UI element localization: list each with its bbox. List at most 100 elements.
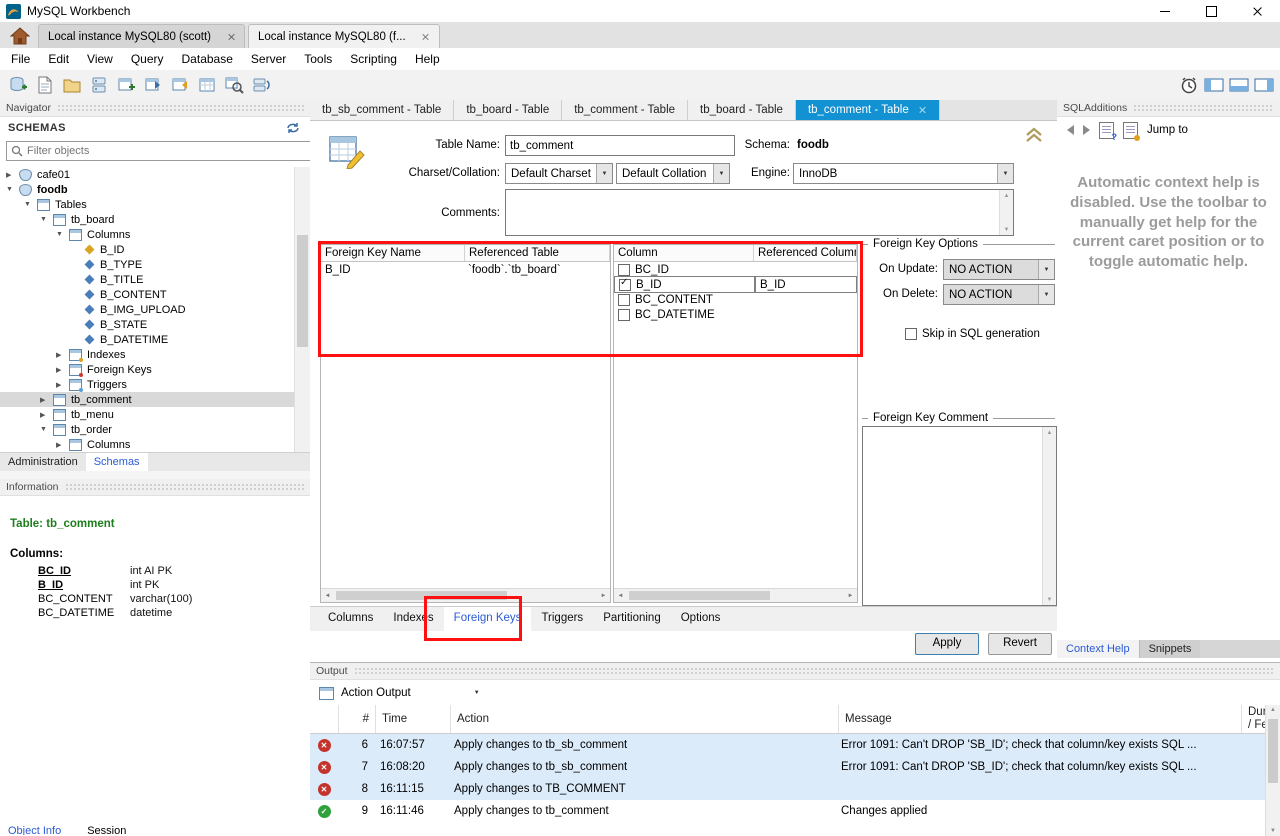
tree-item-foodb[interactable]: foodb <box>0 182 310 197</box>
toggle-output-area-icon[interactable] <box>1229 75 1249 95</box>
editor-tab-tb-board-1[interactable]: tb_board - Table <box>454 100 563 120</box>
fk-name-cell[interactable]: B_ID <box>321 262 464 277</box>
scroll-down-icon[interactable] <box>1004 224 1010 235</box>
checkbox[interactable] <box>618 293 630 306</box>
expander-collapsed-icon[interactable] <box>56 351 69 359</box>
comments-textarea[interactable] <box>505 189 1014 236</box>
expander-collapsed-icon[interactable] <box>6 171 19 179</box>
scroll-up-icon[interactable] <box>1004 190 1010 201</box>
column-cell[interactable]: B_ID <box>614 276 755 293</box>
expander-expanded-icon[interactable] <box>40 426 53 433</box>
menu-query[interactable]: Query <box>122 48 173 70</box>
panel-splitter[interactable] <box>0 471 310 479</box>
referenced-column-cell[interactable] <box>753 262 857 277</box>
create-schema-icon[interactable] <box>8 75 28 95</box>
tab-object-info[interactable]: Object Info <box>8 825 61 835</box>
back-icon[interactable] <box>1067 125 1074 135</box>
expander-collapsed-icon[interactable] <box>40 411 53 419</box>
fk-columns-grid-body[interactable]: BC_ID B_ID B_ID BC_CONTENT BC_DATETIME <box>614 262 857 588</box>
tab-schemas[interactable]: Schemas <box>85 453 148 471</box>
referenced-column-column-header[interactable]: Referenced Column <box>754 245 857 261</box>
scrollbar-thumb[interactable] <box>297 235 308 347</box>
tree-item-tb-comment[interactable]: tb_comment <box>0 392 310 407</box>
column-column-header[interactable]: Column <box>614 245 754 261</box>
expander-collapsed-icon[interactable] <box>40 396 53 404</box>
expander-collapsed-icon[interactable] <box>56 366 69 374</box>
server-status-icon[interactable] <box>89 75 109 95</box>
scroll-left-icon[interactable]: ◄ <box>614 593 627 599</box>
scrollbar-track[interactable] <box>334 589 597 602</box>
tree-item-b-type[interactable]: B_TYPE <box>0 257 310 272</box>
dropdown-arrow-icon[interactable] <box>997 164 1013 183</box>
menu-file[interactable]: File <box>2 48 39 70</box>
alarm-icon[interactable] <box>1179 75 1199 95</box>
tree-item-tb-order[interactable]: tb_order <box>0 422 310 437</box>
time-column-header[interactable]: Time <box>376 705 451 733</box>
connection-tab-foodb[interactable]: Local instance MySQL80 (f... <box>248 24 440 48</box>
close-icon[interactable] <box>919 106 927 114</box>
tab-columns[interactable]: Columns <box>318 607 383 631</box>
export-data-icon[interactable] <box>170 75 190 95</box>
expander-collapsed-icon[interactable] <box>56 381 69 389</box>
scroll-up-icon[interactable] <box>1047 427 1053 438</box>
scroll-right-icon[interactable]: ► <box>844 593 857 599</box>
apply-button[interactable]: Apply <box>915 633 979 655</box>
tree-item-indexes[interactable]: Indexes <box>0 347 310 362</box>
filter-objects-input[interactable] <box>6 141 326 161</box>
create-table-icon[interactable] <box>116 75 136 95</box>
close-icon[interactable] <box>227 33 235 41</box>
reconnect-server-icon[interactable] <box>251 75 271 95</box>
open-script-icon[interactable] <box>62 75 82 95</box>
output-row-7[interactable]: 7 16:08:20 Apply changes to tb_sb_commen… <box>310 756 1266 778</box>
action-column-header[interactable]: Action <box>451 705 839 733</box>
manual-context-help-icon[interactable] <box>1099 121 1117 142</box>
toggle-automatic-help-icon[interactable] <box>1123 121 1140 141</box>
expander-expanded-icon[interactable] <box>40 216 53 223</box>
menu-server[interactable]: Server <box>242 48 295 70</box>
tree-item-b-state[interactable]: B_STATE <box>0 317 310 332</box>
output-row-9[interactable]: 9 16:11:46 Apply changes to tb_comment C… <box>310 800 1266 822</box>
revert-button[interactable]: Revert <box>988 633 1052 655</box>
scroll-left-icon[interactable]: ◄ <box>321 593 334 599</box>
table-data-icon[interactable] <box>197 75 217 95</box>
editor-tab-tb-comment-1[interactable]: tb_comment - Table <box>562 100 689 120</box>
column-cell[interactable]: BC_CONTENT <box>614 292 753 307</box>
tree-item-b-title[interactable]: B_TITLE <box>0 272 310 287</box>
menu-edit[interactable]: Edit <box>39 48 78 70</box>
dropdown-arrow-icon[interactable] <box>596 164 612 183</box>
fk-columns-hscrollbar[interactable]: ◄ ► <box>614 588 857 602</box>
referenced-column-cell[interactable]: B_ID <box>755 276 857 293</box>
scrollbar-track[interactable] <box>627 589 844 602</box>
jump-to-control[interactable]: Jump to <box>1147 124 1188 136</box>
scrollbar-thumb[interactable] <box>336 591 507 600</box>
tree-item-tb-menu[interactable]: tb_menu <box>0 407 310 422</box>
referenced-column-cell[interactable] <box>753 307 857 322</box>
scrollbar-thumb[interactable] <box>1268 719 1278 783</box>
close-icon[interactable] <box>422 33 430 41</box>
tab-indexes[interactable]: Indexes <box>383 607 443 631</box>
output-view-selector[interactable]: Action Output ▼ <box>310 680 1280 706</box>
tab-snippets[interactable]: Snippets <box>1138 640 1201 658</box>
search-table-icon[interactable] <box>224 75 244 95</box>
fk-comment-textarea[interactable] <box>862 426 1057 606</box>
column-cell[interactable]: BC_ID <box>614 262 753 277</box>
checkbox[interactable] <box>905 328 917 340</box>
tab-triggers[interactable]: Triggers <box>531 607 593 631</box>
output-row-6[interactable]: 6 16:07:57 Apply changes to tb_sb_commen… <box>310 734 1266 756</box>
engine-dropdown[interactable]: InnoDB <box>793 163 1014 184</box>
toggle-left-sidebar-icon[interactable] <box>1204 75 1224 95</box>
index-column-header[interactable]: # <box>339 705 376 733</box>
dropdown-arrow-icon[interactable]: ▼ <box>474 690 480 696</box>
output-row-8[interactable]: 8 16:11:15 Apply changes to TB_COMMENT <box>310 778 1266 800</box>
fk-grid-hscrollbar[interactable]: ◄ ► <box>321 588 610 602</box>
tree-item-b-id[interactable]: B_ID <box>0 242 310 257</box>
referenced-column-cell[interactable] <box>753 292 857 307</box>
on-update-dropdown[interactable]: NO ACTION <box>943 259 1055 280</box>
tree-item-triggers[interactable]: Triggers <box>0 377 310 392</box>
menu-tools[interactable]: Tools <box>295 48 341 70</box>
scroll-up-icon[interactable]: ▲ <box>1266 707 1280 713</box>
fk-column-row-bc-content[interactable]: BC_CONTENT <box>614 292 857 307</box>
checkbox[interactable] <box>619 277 631 291</box>
fk-grid-body[interactable]: B_ID `foodb`.`tb_board` <box>321 262 610 588</box>
scroll-right-icon[interactable]: ► <box>597 593 610 599</box>
